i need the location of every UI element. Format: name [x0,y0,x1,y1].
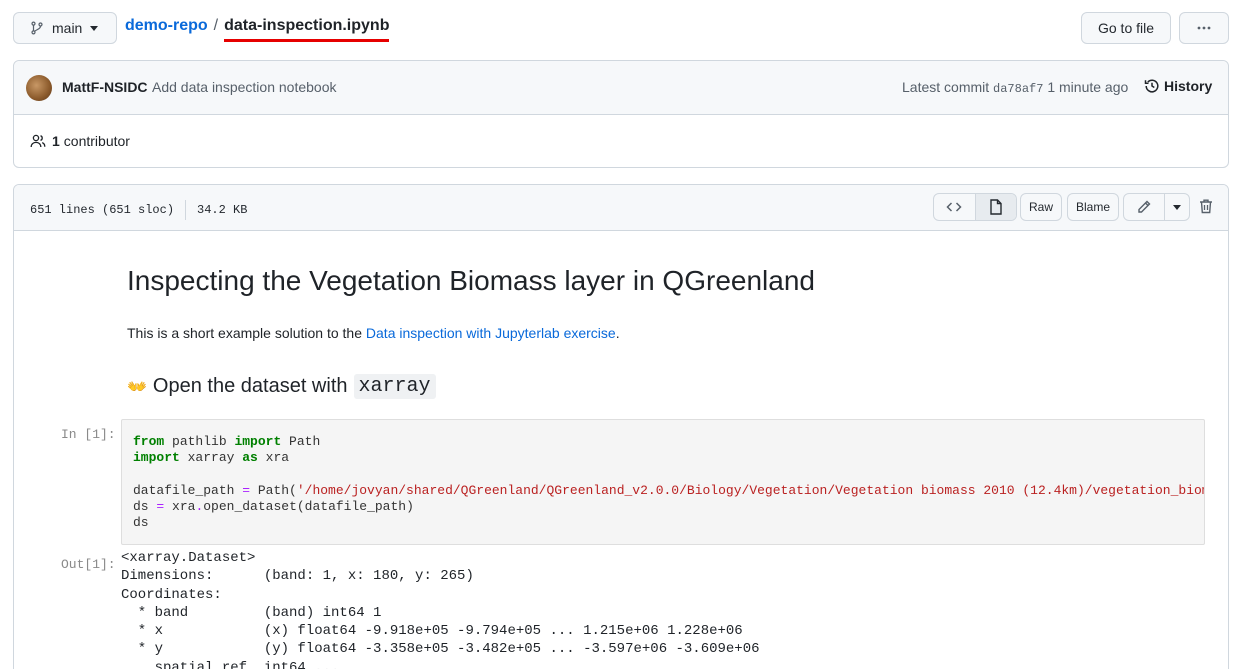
history-link[interactable]: History [1144,78,1212,94]
code-line: from pathlib import Path [133,434,321,449]
intro-end: . [615,325,620,341]
code-line: import xarray as xra [133,450,290,466]
avatar[interactable] [26,75,52,101]
code-line: ds [133,515,149,531]
notebook-intro: This is a short example solution to the … [127,325,620,341]
input-prompt: In [1]: [61,427,116,442]
branch-selector-button[interactable]: main [13,12,117,44]
output-line: * x (x) float64 -9.918e+05 -9.794e+05 ..… [121,623,743,640]
commit-author-link[interactable]: MattF-NSIDC [62,79,148,95]
delete-file-button[interactable] [1198,198,1214,217]
file-viewer: 651 lines (651 sloc) 34.2 KB Raw Blame I… [13,184,1229,669]
file-icon [990,199,1002,215]
chevron-down-icon [90,25,99,31]
code-cell: from pathlib import Path import xarray a… [121,419,1205,545]
git-branch-icon [31,21,43,35]
code-line: datafile_path = Path('/home/jovyan/share… [133,482,1205,498]
exercise-link[interactable]: Data inspection with Jupyterlab exercise [366,325,616,341]
edit-button-group [1123,193,1190,221]
display-source-button[interactable] [934,194,975,220]
edit-file-button[interactable] [1124,194,1165,220]
output-line: Dimensions: (band: 1, x: 180, y: 265) [121,568,474,585]
branch-name: main [52,20,83,36]
output-line: <xarray.Dataset> [121,550,256,566]
output-prompt: Out[1]: [61,557,116,572]
people-icon [30,134,46,148]
commit-header: MattF-NSIDC Add data inspection notebook… [14,61,1228,115]
pencil-icon [1138,200,1151,213]
latest-commit-box: MattF-NSIDC Add data inspection notebook… [13,60,1229,168]
open-hands-icon: 👐 [127,378,147,396]
output-line: Coordinates: [121,586,222,603]
divider [185,200,187,220]
section-heading: 👐 Open the dataset with xarray [127,374,436,399]
file-line-count: 651 lines (651 sloc) [30,203,175,217]
file-header: 651 lines (651 sloc) 34.2 KB Raw Blame [14,185,1228,231]
contributors-link[interactable]: 1 contributor [30,133,130,149]
file-size: 34.2 KB [197,203,248,217]
more-options-button[interactable] [1179,12,1229,44]
notebook-title: Inspecting the Vegetation Biomass layer … [127,265,815,296]
breadcrumb-separator: / [213,17,219,34]
intro-text: This is a short example solution to the [127,325,366,341]
output-line: * y (y) float64 -3.358e+05 -3.482e+05 ..… [121,641,760,658]
output-line: spatial_ref int64 ... [121,659,340,669]
top-bar: main demo-repo / data-inspection.ipynb G… [13,12,1229,44]
latest-commit-label: Latest commit [902,79,990,95]
commit-time: 1 minute ago [1047,79,1129,95]
view-mode-toggle [933,193,1017,221]
file-info: 651 lines (651 sloc) 34.2 KB [30,200,247,220]
section-heading-code: xarray [353,374,436,399]
section-heading-text: Open the dataset with [152,375,348,397]
code-icon [946,202,962,212]
chevron-down-icon [1173,204,1181,210]
contributor-label: contributor [63,133,130,149]
go-to-file-button[interactable]: Go to file [1081,12,1171,44]
history-label: History [1164,78,1213,94]
commit-message-link[interactable]: Add data inspection notebook [152,79,336,95]
raw-button[interactable]: Raw [1020,193,1062,221]
edit-options-dropdown[interactable] [1165,194,1189,220]
output-line: * band (band) int64 1 [121,604,382,621]
blame-button[interactable]: Blame [1067,193,1119,221]
display-rendered-button[interactable] [974,194,1016,220]
contributor-count: 1 [52,133,60,149]
code-line: ds = xra.open_dataset(datafile_path) [133,499,414,515]
breadcrumb: demo-repo / data-inspection.ipynb [125,17,390,42]
breadcrumb-file-name: data-inspection.ipynb [224,17,390,42]
kebab-horizontal-icon [1197,26,1211,30]
commit-sha-link[interactable]: da78af7 [993,82,1043,96]
latest-commit-info: Latest commit da78af7 1 minute ago [902,79,1128,96]
history-icon [1144,79,1159,93]
breadcrumb-repo-link[interactable]: demo-repo [125,17,208,35]
cell-output: <xarray.Dataset> Dimensions: (band: 1, x… [121,549,760,669]
trash-icon [1200,199,1212,214]
